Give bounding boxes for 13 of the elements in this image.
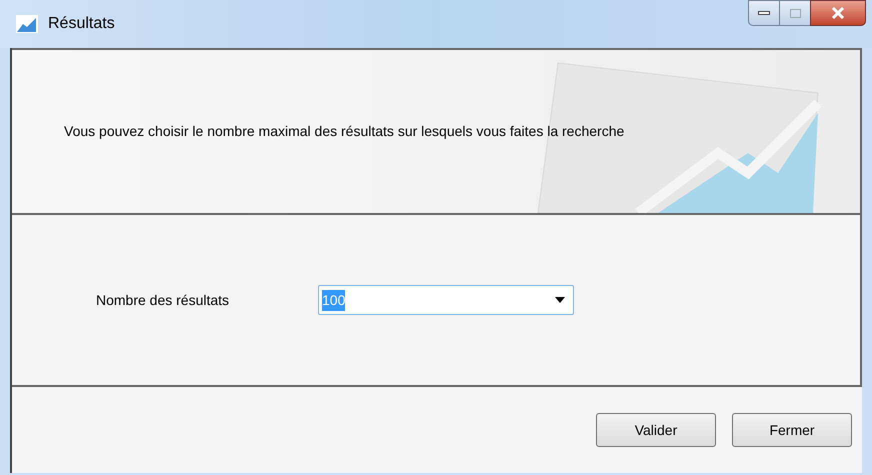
dialog-button[interactable]: Fermer: [732, 413, 852, 447]
window-title: Résultats: [48, 14, 115, 34]
dropdown-value: 100: [322, 290, 346, 310]
dialog-button[interactable]: Valider: [596, 413, 716, 447]
chart-icon: [16, 15, 38, 33]
minimize-button[interactable]: [748, 0, 780, 26]
results-label: Nombre des résultats: [96, 290, 230, 310]
close-button[interactable]: [810, 0, 866, 26]
close-icon: [831, 7, 845, 19]
maximize-icon: [790, 8, 800, 18]
minimize-icon: [758, 11, 770, 15]
info-message: Vous pouvez choisir le nombre maximal des résultats sur lesquels vous faites la recherche: [64, 122, 624, 141]
dropdown-caret-icon: [555, 297, 565, 303]
